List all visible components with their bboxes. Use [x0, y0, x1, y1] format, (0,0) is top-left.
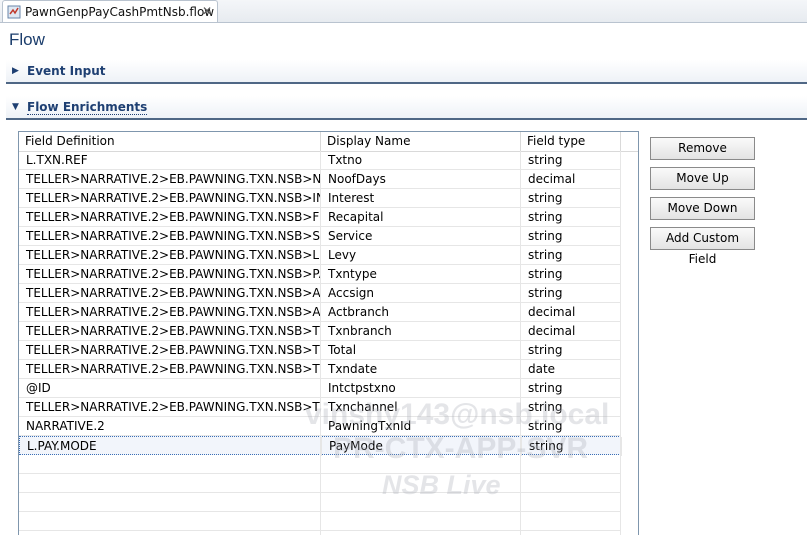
cell-display-name: Txnbranch [321, 322, 521, 341]
section-flow-enrichments[interactable]: ▼ Flow Enrichments [6, 96, 807, 120]
cell-field-type: string [521, 246, 621, 265]
section-event-input[interactable]: ▶ Event Input [6, 60, 807, 84]
cell-display-name: Txtno [321, 151, 521, 170]
cell-field-definition: TELLER>NARRATIVE.2>EB.PAWNING.TXN.NSB>AC… [19, 303, 321, 322]
field-table[interactable]: Field Definition Display Name Field type… [18, 131, 639, 535]
cell-display-name: Accsign [321, 284, 521, 303]
collapse-arrow-icon[interactable]: ▼ [12, 102, 19, 112]
editor-tab-title: PawnGenpPayCashPmtNsb.flow [25, 5, 215, 19]
cell-field-definition: L.TXN.REF [19, 151, 321, 170]
section-title-flow-enrichments[interactable]: Flow Enrichments [27, 100, 148, 115]
cell-field-definition: TELLER>NARRATIVE.2>EB.PAWNING.TXN.NSB>TX… [19, 360, 321, 379]
cell-field-definition: TELLER>NARRATIVE.2>EB.PAWNING.TXN.NSB>AC… [19, 284, 321, 303]
cell-field-definition: NARRATIVE.2 [19, 417, 321, 436]
cell-field-definition: TELLER>NARRATIVE.2>EB.PAWNING.TXN.NSB>TO… [19, 341, 321, 360]
editor-tab-bar: PawnGenpPayCashPmtNsb.flow ✕ [0, 0, 807, 23]
cell-display-name: Txndate [321, 360, 521, 379]
cell-field-type: decimal [521, 322, 621, 341]
cell-field-definition: TELLER>NARRATIVE.2>EB.PAWNING.TXN.NSB>NO… [19, 170, 321, 189]
column-divider [320, 151, 321, 535]
cell-field-definition: TELLER>NARRATIVE.2>EB.PAWNING.TXN.NSB>FI… [19, 208, 321, 227]
cell-field-definition: TELLER>NARRATIVE.2>EB.PAWNING.TXN.NSB>SE… [19, 227, 321, 246]
cell-display-name: PayMode [322, 437, 522, 456]
remove-button[interactable]: Remove [650, 137, 755, 160]
column-divider [520, 151, 521, 535]
column-header-field-type[interactable]: Field type [521, 132, 621, 151]
cell-display-name: Service [321, 227, 521, 246]
cell-field-definition: TELLER>NARRATIVE.2>EB.PAWNING.TXN.NSB>PA… [19, 265, 321, 284]
cell-field-type: string [521, 208, 621, 227]
cell-field-type: decimal [521, 303, 621, 322]
cell-display-name: Total [321, 341, 521, 360]
cell-field-type: string [521, 189, 621, 208]
cell-field-type: string [521, 151, 621, 170]
editor-tab[interactable]: PawnGenpPayCashPmtNsb.flow ✕ [2, 0, 218, 22]
cell-field-definition: L.PAY.MODE [20, 437, 322, 456]
move-down-button[interactable]: Move Down [650, 197, 755, 220]
move-up-button[interactable]: Move Up [650, 167, 755, 190]
cell-display-name: PawningTxnId [321, 417, 521, 436]
flow-file-icon [7, 5, 21, 19]
expand-arrow-icon[interactable]: ▶ [12, 66, 19, 76]
cell-field-type: string [521, 341, 621, 360]
cell-display-name: Intctpstxno [321, 379, 521, 398]
cell-field-definition: TELLER>NARRATIVE.2>EB.PAWNING.TXN.NSB>TX… [19, 398, 321, 417]
column-divider [620, 151, 621, 535]
cell-display-name: Levy [321, 246, 521, 265]
cell-display-name: Txnchannel [321, 398, 521, 417]
page-title: Flow [9, 30, 45, 49]
cell-field-type: string [522, 437, 622, 456]
section-title-event-input[interactable]: Event Input [27, 64, 106, 78]
column-header-display-name[interactable]: Display Name [321, 132, 521, 151]
cell-display-name: Txntype [321, 265, 521, 284]
cell-field-definition: TELLER>NARRATIVE.2>EB.PAWNING.TXN.NSB>TX… [19, 322, 321, 341]
add-custom-field-button[interactable]: Add Custom Field [650, 227, 755, 266]
cell-field-type: date [521, 360, 621, 379]
cell-field-type: string [521, 265, 621, 284]
cell-field-definition: TELLER>NARRATIVE.2>EB.PAWNING.TXN.NSB>IN… [19, 189, 321, 208]
column-header-field-definition[interactable]: Field Definition [19, 132, 321, 151]
close-icon[interactable]: ✕ [202, 4, 212, 18]
cell-field-type: string [521, 227, 621, 246]
cell-display-name: Actbranch [321, 303, 521, 322]
table-header: Field Definition Display Name Field type [19, 132, 638, 152]
cell-field-type: string [521, 379, 621, 398]
cell-field-definition: @ID [19, 379, 321, 398]
cell-display-name: Recapital [321, 208, 521, 227]
cell-field-type: string [521, 284, 621, 303]
cell-field-definition: TELLER>NARRATIVE.2>EB.PAWNING.TXN.NSB>LE… [19, 246, 321, 265]
cell-display-name: NoofDays [321, 170, 521, 189]
cell-field-type: string [521, 398, 621, 417]
cell-display-name: Interest [321, 189, 521, 208]
cell-field-type: decimal [521, 170, 621, 189]
cell-field-type: string [521, 417, 621, 436]
